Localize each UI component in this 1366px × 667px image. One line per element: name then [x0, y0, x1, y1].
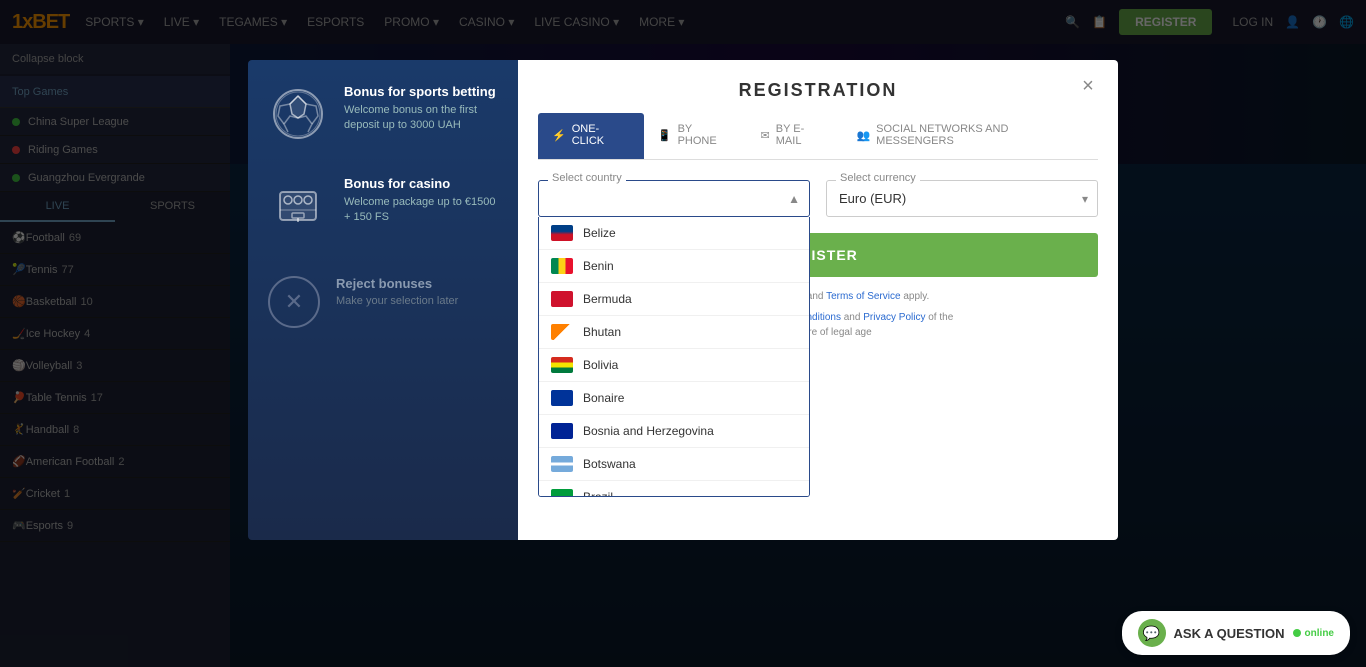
apply-text: apply. [903, 291, 929, 302]
country-name: Belize [583, 226, 616, 240]
social-label: SOCIAL NETWORKS AND MESSENGERS [876, 123, 1084, 147]
country-name: Brazil [583, 490, 613, 497]
casino-bonus-text: Bonus for casino Welcome package up to €… [344, 176, 498, 226]
modal-tabs: ⚡ ONE-CLICK 📱 BY PHONE ✉ BY E-MAIL 👥 SOC… [538, 113, 1098, 160]
sports-bonus-text: Bonus for sports betting Welcome bonus o… [344, 84, 498, 134]
currency-label: Select currency [836, 172, 920, 184]
phone-icon: 📱 [658, 129, 672, 142]
country-name: Benin [583, 259, 614, 273]
by-email-label: BY E-MAIL [776, 123, 829, 147]
country-name: Botswana [583, 457, 636, 471]
casino-bonus-title: Bonus for casino [344, 176, 498, 191]
reject-icon: ✕ [268, 276, 320, 328]
casino-bonus-icon [268, 176, 328, 236]
list-item[interactable]: Botswana [539, 448, 809, 481]
tab-social[interactable]: 👥 SOCIAL NETWORKS AND MESSENGERS [842, 113, 1098, 159]
brazil-flag-icon [551, 489, 573, 497]
bonus-panel: Bonus for sports betting Welcome bonus o… [248, 60, 518, 540]
email-icon: ✉ [761, 129, 770, 142]
sports-bonus-item: Bonus for sports betting Welcome bonus o… [268, 84, 498, 144]
list-item[interactable]: Bolivia [539, 349, 809, 382]
country-label: Select country [548, 172, 626, 184]
list-item[interactable]: Brazil [539, 481, 809, 497]
tab-by-phone[interactable]: 📱 BY PHONE [644, 113, 747, 159]
social-icon: 👥 [856, 129, 870, 142]
and2-text: and [844, 312, 861, 323]
country-form-group: Select country Belize Benin Bermuda Bhut… [538, 180, 810, 217]
reject-title: Reject bonuses [336, 276, 458, 291]
belize-flag-icon [551, 225, 573, 241]
sports-bonus-icon [268, 84, 328, 144]
privacy-policy2-link[interactable]: Privacy Policy [863, 312, 925, 323]
country-dropdown[interactable]: Belize Benin Bermuda [538, 217, 810, 497]
form-row-selects: Select country Belize Benin Bermuda Bhut… [538, 180, 1098, 217]
tab-by-email[interactable]: ✉ BY E-MAIL [747, 113, 843, 159]
registration-dialog: Bonus for sports betting Welcome bonus o… [248, 60, 1118, 540]
bolivia-flag-icon [551, 357, 573, 373]
one-click-icon: ⚡ [552, 129, 566, 142]
casino-bonus-item: Bonus for casino Welcome package up to €… [268, 176, 498, 236]
currency-select[interactable]: Euro (EUR) USD UAH [826, 180, 1098, 217]
list-item[interactable]: Bermuda [539, 283, 809, 316]
country-select[interactable]: Belize Benin Bermuda Bhutan Bolivia Bona… [538, 180, 810, 217]
list-item[interactable]: Belize [539, 217, 809, 250]
list-item[interactable]: Bosnia and Herzegovina [539, 415, 809, 448]
modal-close-button[interactable]: × [1074, 72, 1102, 100]
tab-one-click[interactable]: ⚡ ONE-CLICK [538, 113, 644, 159]
by-phone-label: BY PHONE [678, 123, 733, 147]
terms-of-service-link[interactable]: Terms of Service [826, 291, 900, 302]
benin-flag-icon [551, 258, 573, 274]
botswana-flag-icon [551, 456, 573, 472]
currency-form-group: Select currency Euro (EUR) USD UAH ▾ [826, 180, 1098, 217]
country-name: Bermuda [583, 292, 632, 306]
reject-desc: Make your selection later [336, 295, 458, 307]
reject-bonuses-text: Reject bonuses Make your selection later [336, 276, 458, 307]
ask-question-label: ASK A QUESTION [1174, 626, 1285, 641]
chat-icon: 💬 [1138, 619, 1166, 647]
sports-bonus-title: Bonus for sports betting [344, 84, 498, 99]
modal-title: REGISTRATION [518, 60, 1118, 113]
registration-modal: × REGISTRATION ⚡ ONE-CLICK 📱 BY PHONE ✉ … [518, 60, 1118, 540]
online-status: online [1293, 628, 1334, 639]
sports-bonus-desc: Welcome bonus on the first deposit up to… [344, 103, 498, 134]
modal-body: Select country Belize Benin Bermuda Bhut… [518, 160, 1118, 540]
country-name: Bolivia [583, 358, 618, 372]
one-click-label: ONE-CLICK [572, 123, 630, 147]
country-name: Bonaire [583, 391, 624, 405]
country-name: Bosnia and Herzegovina [583, 424, 714, 438]
casino-bonus-desc: Welcome package up to €1500 + 150 FS [344, 195, 498, 226]
reject-bonuses-item[interactable]: ✕ Reject bonuses Make your selection lat… [268, 276, 498, 328]
ask-question-widget[interactable]: 💬 ASK A QUESTION online [1122, 611, 1350, 655]
list-item[interactable]: Bonaire [539, 382, 809, 415]
bhutan-flag-icon [551, 324, 573, 340]
list-item[interactable]: Benin [539, 250, 809, 283]
modal-overlay[interactable]: Bonus for sports betting Welcome bonus o… [0, 0, 1366, 667]
online-indicator [1293, 629, 1301, 637]
list-item[interactable]: Bhutan [539, 316, 809, 349]
online-label: online [1305, 628, 1334, 639]
country-name: Bhutan [583, 325, 621, 339]
bosnia-flag-icon [551, 423, 573, 439]
bonaire-flag-icon [551, 390, 573, 406]
bermuda-flag-icon [551, 291, 573, 307]
of-the-text: of the [928, 312, 953, 323]
